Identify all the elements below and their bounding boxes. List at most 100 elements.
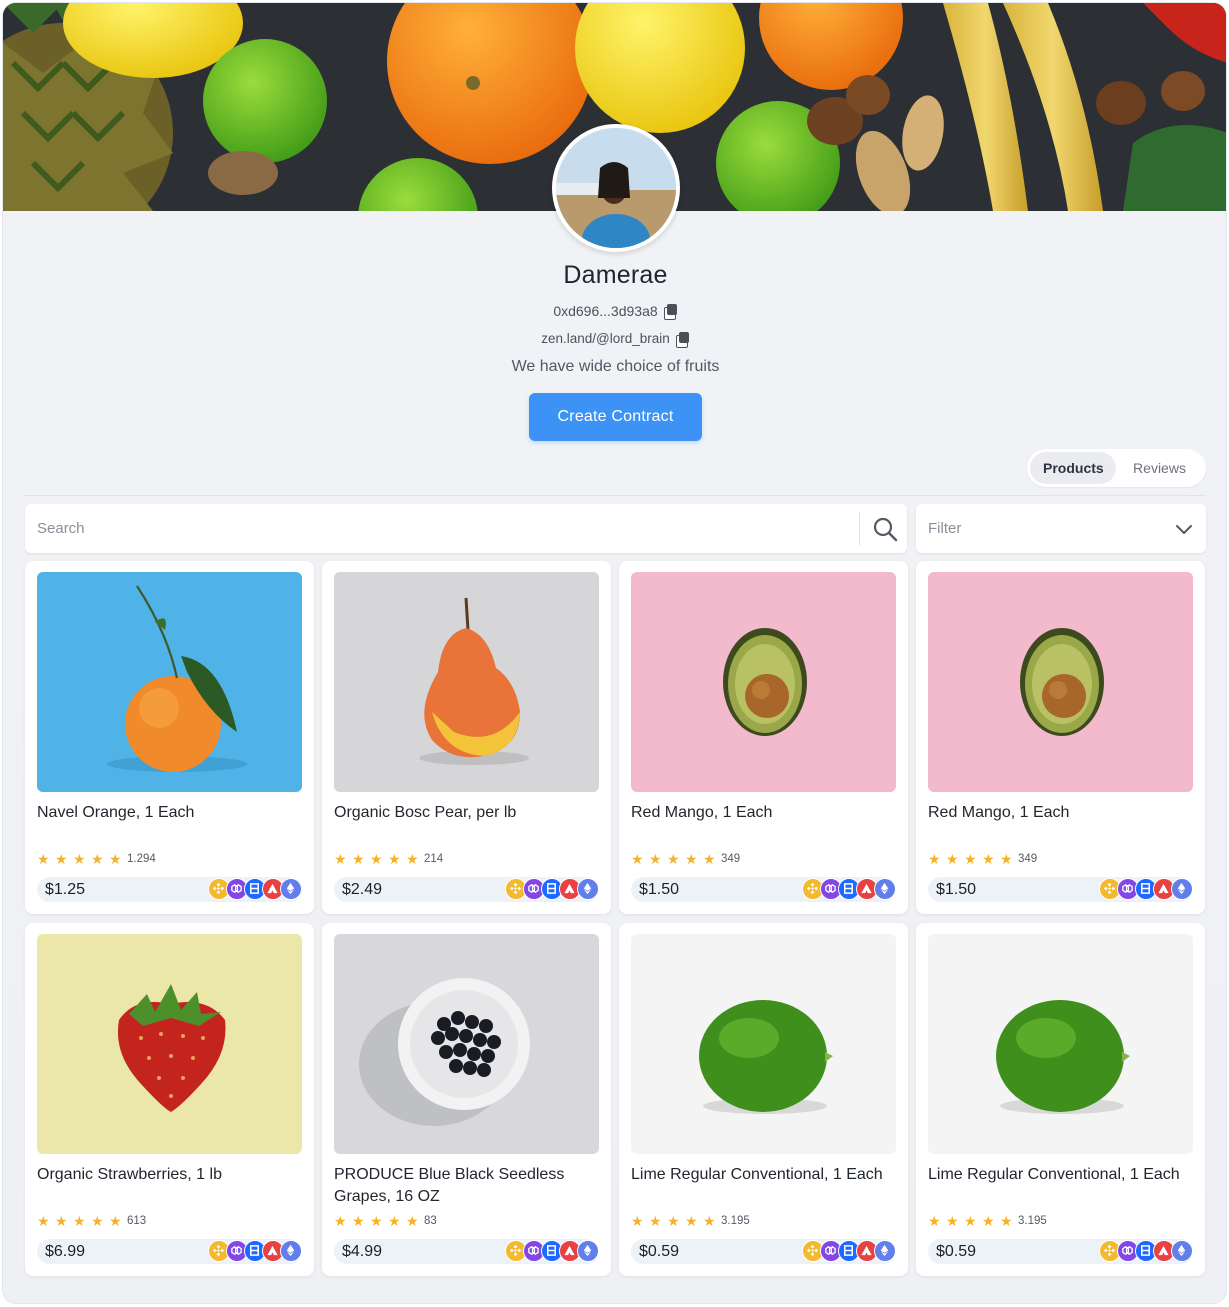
profile-link-row: zen.land/@lord_brain (3, 331, 1226, 348)
product-price: $0.59 (639, 1243, 680, 1260)
supported-chains (1099, 1239, 1193, 1262)
product-card[interactable]: Red Mango, 1 Each ★ ★ ★ ★ ★ 349 $1.50 (619, 561, 908, 914)
profile-bio: We have wide choice of fruits (511, 358, 720, 375)
price-bar: $1.25 (37, 877, 302, 902)
pear-image (334, 572, 599, 792)
product-title: Organic Bosc Pear, per lb (334, 804, 517, 821)
star-icon: ★ (37, 1213, 50, 1229)
create-contract-button[interactable]: Create Contract (529, 393, 702, 441)
product-rating: ★ ★ ★ ★ ★ 83 (334, 1214, 437, 1228)
product-title: Navel Orange, 1 Each (37, 804, 195, 821)
profile-link: zen.land/@lord_brain (541, 331, 670, 346)
star-icon: ★ (109, 1213, 122, 1229)
supported-chains (802, 1239, 896, 1262)
tab-products[interactable]: Products (1030, 452, 1116, 484)
tab-switcher: Products Reviews (1027, 449, 1206, 487)
product-card[interactable]: Navel Orange, 1 Each ★ ★ ★ ★ ★ 1.294 $1.25 (25, 561, 314, 914)
strawberry-image (37, 934, 302, 1154)
star-icon: ★ (352, 1213, 365, 1229)
product-card[interactable]: Organic Strawberries, 1 lb ★ ★ ★ ★ ★ 613 $6.… (25, 923, 314, 1276)
search-input[interactable] (25, 504, 859, 553)
copy-link-icon[interactable] (675, 331, 690, 348)
store-page: Damerae 0xd696...3d93a8 zen.land/@lord_b… (2, 2, 1227, 1304)
product-card[interactable]: Organic Bosc Pear, per lb ★ ★ ★ ★ ★ 214 $2.4… (322, 561, 611, 914)
star-icon: ★ (667, 1213, 680, 1229)
product-rating: ★ ★ ★ ★ ★ 349 (631, 852, 740, 866)
star-icon: ★ (649, 851, 662, 867)
section-divider (25, 495, 1206, 496)
product-price: $6.99 (45, 1243, 86, 1260)
star-icon: ★ (982, 851, 995, 867)
star-icon: ★ (37, 851, 50, 867)
avocado-image (631, 572, 896, 792)
grapes-image (334, 934, 599, 1154)
rating-count: 214 (424, 853, 444, 865)
ethereum-icon (874, 1240, 896, 1262)
star-icon: ★ (928, 851, 941, 867)
profile-name: Damerae (563, 261, 668, 289)
product-price: $1.25 (45, 881, 86, 898)
star-icon: ★ (334, 851, 347, 867)
copy-address-icon[interactable] (663, 304, 678, 320)
star-icon: ★ (964, 851, 977, 867)
product-price: $1.50 (639, 881, 680, 898)
product-card[interactable]: PRODUCE Blue Black Seedless Grapes, 16 O… (322, 923, 611, 1276)
price-bar: $1.50 (928, 877, 1193, 902)
price-bar: $0.59 (631, 1239, 896, 1264)
price-bar: $0.59 (928, 1239, 1193, 1264)
tab-reviews[interactable]: Reviews (1116, 452, 1203, 484)
filter-dropdown[interactable]: Filter (916, 504, 1206, 553)
search-box (25, 504, 907, 553)
star-icon: ★ (649, 1213, 662, 1229)
rating-count: 3.195 (721, 1215, 750, 1227)
rating-count: 3.195 (1018, 1215, 1047, 1227)
product-title: Organic Strawberries, 1 lb (37, 1166, 222, 1183)
product-title: Lime Regular Conventional, 1 Each (631, 1166, 883, 1183)
product-title: Lime Regular Conventional, 1 Each (928, 1166, 1180, 1183)
star-icon: ★ (631, 1213, 644, 1229)
product-price: $4.99 (342, 1243, 383, 1260)
ethereum-icon (1171, 878, 1193, 900)
star-icon: ★ (388, 851, 401, 867)
rating-count: 613 (127, 1215, 147, 1227)
product-rating: ★ ★ ★ ★ ★ 613 (37, 1214, 146, 1228)
profile-avatar (552, 124, 680, 252)
product-card[interactable]: Lime Regular Conventional, 1 Each ★ ★ ★ ★ ★ … (619, 923, 908, 1276)
star-icon: ★ (406, 851, 419, 867)
rating-count: 349 (721, 853, 741, 865)
chevron-down-icon (1176, 525, 1192, 534)
ethereum-icon (874, 878, 896, 900)
star-icon: ★ (406, 1213, 419, 1229)
filter-label: Filter (928, 520, 962, 537)
product-rating: ★ ★ ★ ★ ★ 349 (928, 852, 1037, 866)
product-price: $1.50 (936, 881, 977, 898)
supported-chains (1099, 877, 1193, 900)
star-icon: ★ (334, 1213, 347, 1229)
rating-count: 1.294 (127, 853, 156, 865)
star-icon: ★ (667, 851, 680, 867)
ethereum-icon (577, 878, 599, 900)
wallet-address: 0xd696...3d93a8 (553, 303, 658, 319)
price-bar: $6.99 (37, 1239, 302, 1264)
star-icon: ★ (964, 1213, 977, 1229)
search-icon[interactable] (872, 516, 898, 542)
star-icon: ★ (703, 1213, 716, 1229)
product-rating: ★ ★ ★ ★ ★ 3.195 (631, 1214, 750, 1228)
avocado-image (928, 572, 1193, 792)
ethereum-icon (280, 1240, 302, 1262)
supported-chains (802, 877, 896, 900)
ethereum-icon (280, 878, 302, 900)
product-price: $0.59 (936, 1243, 977, 1260)
star-icon: ★ (946, 1213, 959, 1229)
star-icon: ★ (91, 851, 104, 867)
product-card[interactable]: Red Mango, 1 Each ★ ★ ★ ★ ★ 349 $1.50 (916, 561, 1205, 914)
star-icon: ★ (388, 1213, 401, 1229)
star-icon: ★ (370, 851, 383, 867)
product-card[interactable]: Lime Regular Conventional, 1 Each ★ ★ ★ ★ ★ … (916, 923, 1205, 1276)
star-icon: ★ (370, 1213, 383, 1229)
rating-count: 349 (1018, 853, 1038, 865)
product-rating: ★ ★ ★ ★ ★ 1.294 (37, 852, 156, 866)
supported-chains (505, 877, 599, 900)
star-icon: ★ (631, 851, 644, 867)
star-icon: ★ (352, 851, 365, 867)
